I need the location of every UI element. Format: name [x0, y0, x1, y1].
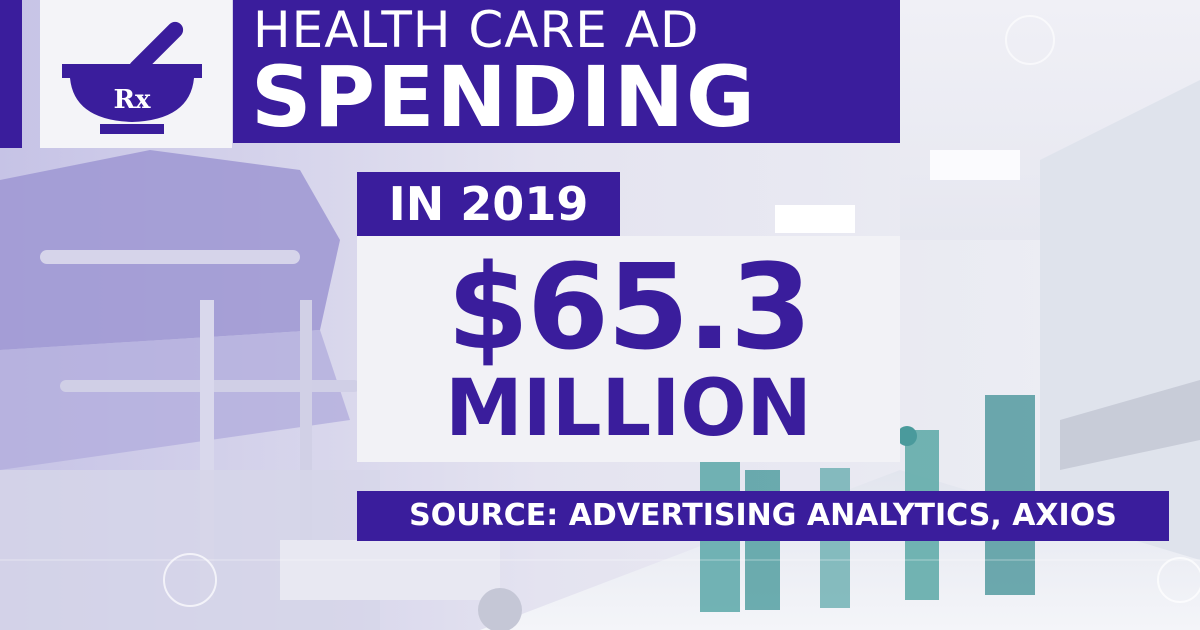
mortar-pestle-rx-icon: Rx [62, 21, 202, 134]
logo-panel: Rx [40, 0, 232, 148]
amount-value: $65.3 [446, 238, 812, 376]
source-banner: SOURCE: ADVERTISING ANALYTICS, AXIOS [357, 491, 1169, 541]
source-label: SOURCE: ADVERTISING ANALYTICS, AXIOS [409, 498, 1117, 533]
left-accent-stripe [0, 0, 22, 148]
title-banner: HEALTH CARE AD SPENDING [233, 0, 900, 143]
period-label: IN 2019 [388, 177, 589, 231]
title-line-2: SPENDING [251, 48, 757, 146]
period-banner: IN 2019 [357, 172, 620, 236]
amount-panel: $65.3 MILLION [357, 236, 900, 462]
rx-logo-text: Rx [113, 85, 151, 115]
amount-unit: MILLION [445, 364, 812, 454]
